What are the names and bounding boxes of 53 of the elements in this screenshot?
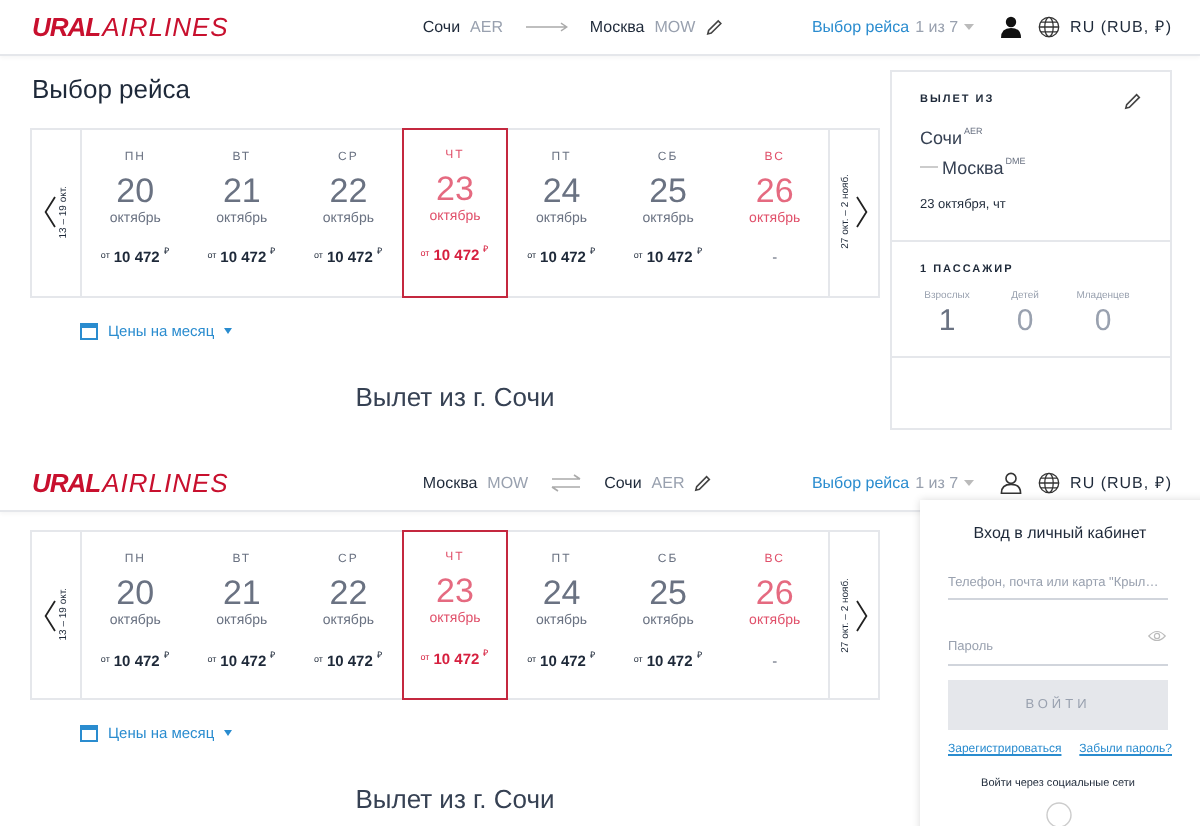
arrival-city: Москва <box>589 15 645 39</box>
day-number: 24 <box>542 576 581 610</box>
day-number: 23 <box>436 171 474 205</box>
arrival-city: Сочи <box>604 471 642 495</box>
edit-icon[interactable] <box>1124 92 1142 110</box>
calendar-icon <box>80 321 98 340</box>
section-title: Вылет из г. Сочи <box>355 782 555 819</box>
passenger-count: 1 <box>938 305 956 335</box>
page-title: Выбор рейса <box>32 72 192 108</box>
edit-icon[interactable] <box>694 474 713 492</box>
day-number: 22 <box>329 173 368 207</box>
day-number: 21 <box>222 173 261 207</box>
globe-icon <box>1038 472 1061 494</box>
language-currency[interactable]: RU (RUB, ₽) <box>1070 15 1172 39</box>
day-number: 20 <box>116 173 155 207</box>
globe-icon <box>1038 16 1061 38</box>
airport-code: AER <box>470 15 503 39</box>
section-title: Вылет из г. Сочи <box>355 379 555 416</box>
edit-icon[interactable] <box>705 18 723 36</box>
arrival-city: Москва <box>942 155 1004 181</box>
day-number: 24 <box>542 173 581 207</box>
user-icon[interactable] <box>1000 472 1023 494</box>
day-number: 23 <box>436 574 474 608</box>
day-number: 25 <box>649 576 688 610</box>
departure-city: Сочи <box>920 126 963 152</box>
login-title: Вход в личный кабинет <box>971 522 1149 546</box>
airport-code: AER <box>651 471 685 495</box>
step-counter: 1 из 7 <box>915 15 959 39</box>
dash-icon <box>920 163 938 169</box>
day-number: 22 <box>329 576 368 610</box>
day-number: 26 <box>755 173 794 207</box>
airport-code: MOW <box>654 15 696 39</box>
caret-icon <box>224 730 233 737</box>
passenger-count: 0 <box>1094 305 1112 335</box>
airline-logo[interactable]: URALAIRLINES <box>32 14 229 40</box>
step-label[interactable]: Выбор рейса <box>811 15 910 39</box>
day-number: 21 <box>222 576 261 610</box>
language-currency[interactable]: RU (RUB, ₽) <box>1070 471 1172 495</box>
departure-city: Москва <box>422 471 478 495</box>
step-label[interactable]: Выбор рейса <box>811 471 910 495</box>
caret-icon <box>964 24 975 30</box>
day-number: 26 <box>755 576 794 610</box>
calendar-icon <box>80 724 98 743</box>
airline-logo[interactable]: URALAIRLINES <box>32 470 229 496</box>
caret-icon <box>964 480 975 486</box>
passenger-count: 0 <box>1016 305 1034 335</box>
day-number: 25 <box>649 173 688 207</box>
airport-code: MOW <box>487 471 529 495</box>
departure-city: Сочи <box>422 15 461 39</box>
step-counter: 1 из 7 <box>915 471 959 495</box>
caret-icon <box>224 327 233 334</box>
user-icon[interactable] <box>1000 16 1023 38</box>
day-number: 20 <box>116 576 155 610</box>
